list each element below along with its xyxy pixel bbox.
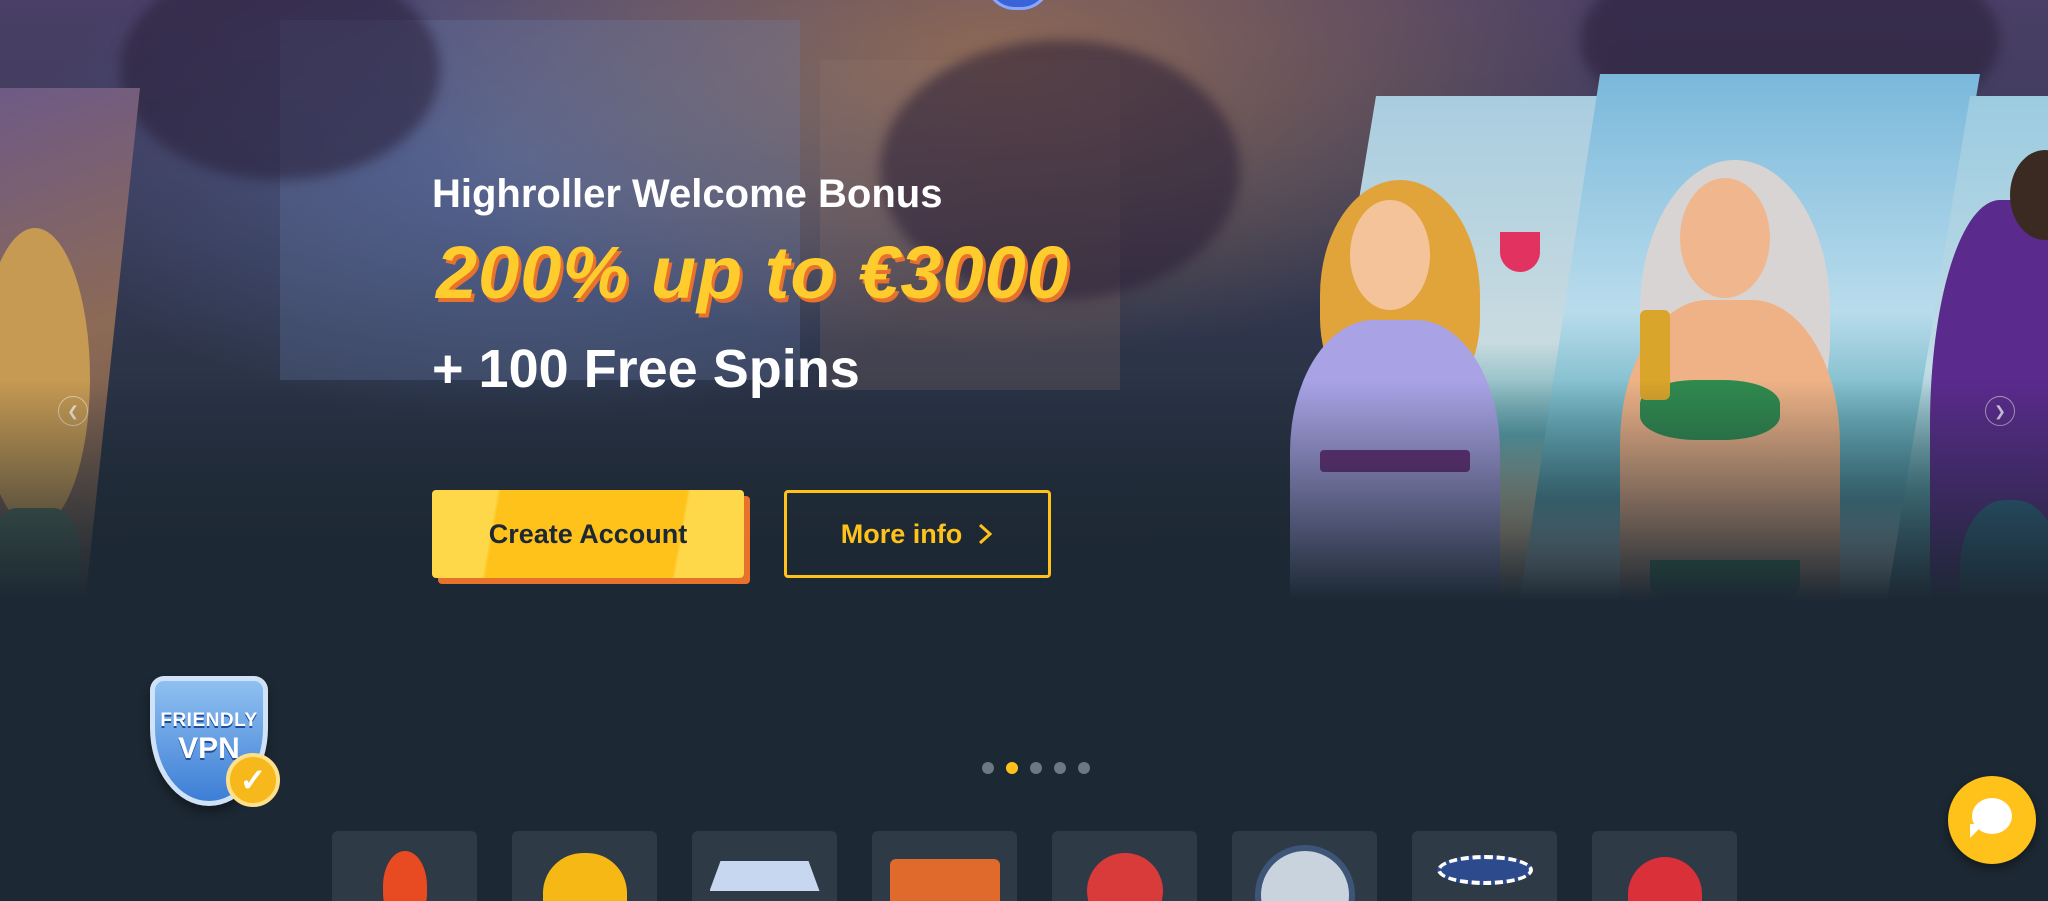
- create-account-label: Create Account: [488, 518, 688, 549]
- more-info-label: More info: [840, 518, 963, 549]
- carousel-dot[interactable]: [1078, 762, 1090, 774]
- category-tile-table[interactable]: [1412, 831, 1557, 901]
- carousel-dot[interactable]: [982, 762, 994, 774]
- category-tiles: [332, 831, 1737, 901]
- bonus-subtitle: Highroller Welcome Bonus: [432, 172, 943, 216]
- category-tile-roulette[interactable]: [1232, 831, 1377, 901]
- category-tile-jackpot[interactable]: [692, 831, 837, 901]
- vpn-badge-line1: FRIENDLY: [160, 710, 258, 731]
- heart-icon: [1627, 857, 1702, 901]
- carousel-dots: [982, 762, 1090, 774]
- bonus-amount: 200% up to €3000: [436, 231, 1069, 314]
- checkmark-icon: ✓: [226, 753, 280, 807]
- carousel-dot-active[interactable]: [1006, 762, 1018, 774]
- live-chat-button[interactable]: [1948, 776, 2036, 864]
- category-tile-favorites[interactable]: [1592, 831, 1737, 901]
- clover-icon: [542, 853, 627, 901]
- character-silver-face: [1680, 178, 1770, 298]
- diamond-icon: [709, 861, 820, 891]
- poker-chips-icon: [1436, 855, 1533, 885]
- category-tile-lucky[interactable]: [512, 831, 657, 901]
- cocktail-glass-icon: [1500, 232, 1540, 272]
- play-icon: [1086, 853, 1163, 901]
- slot-machine-icon: [889, 859, 1000, 901]
- chevron-right-icon: [979, 523, 993, 545]
- create-account-button[interactable]: Create Account: [432, 490, 744, 578]
- more-info-button[interactable]: More info: [784, 490, 1051, 578]
- chat-bubble-tail: [1970, 824, 1984, 838]
- category-tile-hot[interactable]: [332, 831, 477, 901]
- flame-icon: [382, 851, 427, 901]
- category-tile-live[interactable]: [1052, 831, 1197, 901]
- carousel-dot[interactable]: [1054, 762, 1066, 774]
- category-tile-slots[interactable]: [872, 831, 1017, 901]
- bonus-free-spins: + 100 Free Spins: [432, 339, 860, 399]
- carousel-dot[interactable]: [1030, 762, 1042, 774]
- character-blonde-face: [1350, 200, 1430, 310]
